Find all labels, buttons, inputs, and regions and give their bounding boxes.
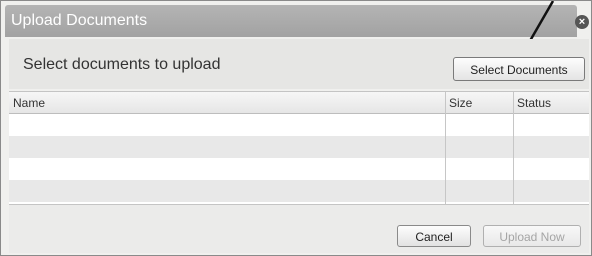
documents-table: Name Size Status xyxy=(9,91,589,206)
select-prompt: Select documents to upload xyxy=(23,56,221,73)
select-documents-button[interactable]: Select Documents xyxy=(453,57,585,81)
column-header-status[interactable]: Status xyxy=(513,92,589,114)
dialog-title: Upload Documents xyxy=(11,12,148,29)
table-row[interactable] xyxy=(9,180,589,202)
upload-documents-dialog: Upload Documents × Select documents to u… xyxy=(0,0,592,256)
column-header-size[interactable]: Size xyxy=(445,92,513,114)
column-header-name[interactable]: Name xyxy=(9,92,445,114)
upload-now-button[interactable]: Upload Now xyxy=(483,225,581,247)
table-row[interactable] xyxy=(9,114,589,136)
dialog-titlebar: Upload Documents xyxy=(5,5,577,37)
table-row[interactable] xyxy=(9,158,589,180)
column-divider xyxy=(445,92,446,206)
cancel-button[interactable]: Cancel xyxy=(397,225,471,247)
table-header: Name Size Status xyxy=(9,92,589,114)
column-divider xyxy=(513,92,514,206)
close-icon[interactable]: × xyxy=(575,15,589,29)
table-row[interactable] xyxy=(9,136,589,158)
